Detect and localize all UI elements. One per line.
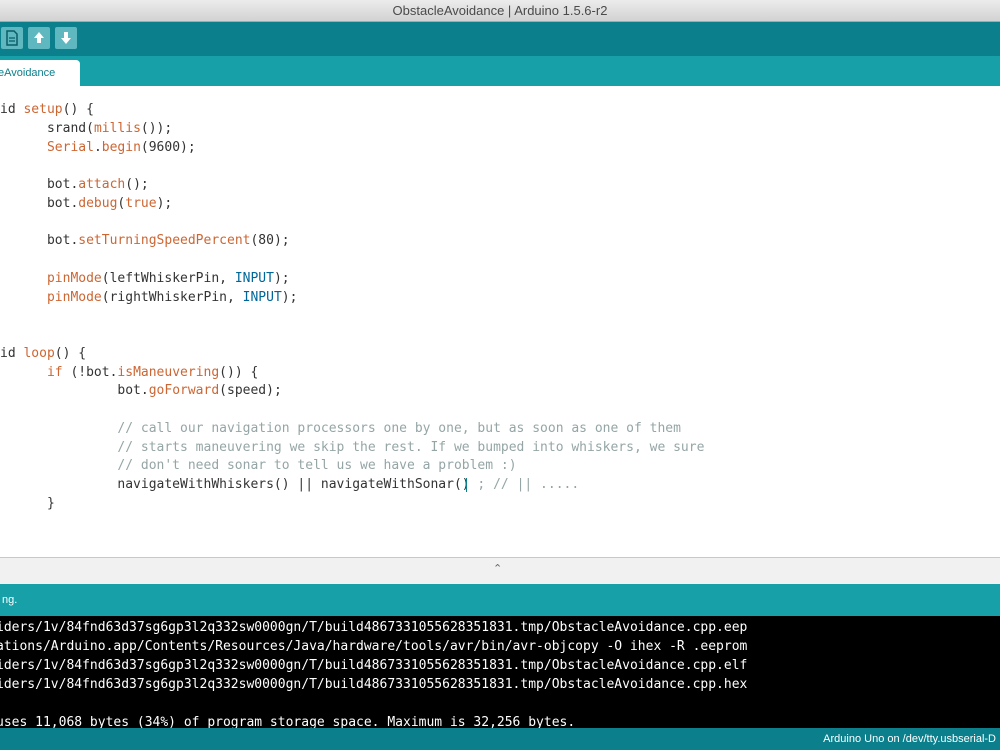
code-editor[interactable]: id setup() { srand(millis()); Serial.beg… (0, 86, 1000, 558)
tab-obstacleavoidance[interactable]: eAvoidance (0, 60, 80, 86)
window-title-bar: ObstacleAvoidance | Arduino 1.5.6-r2 (0, 0, 1000, 22)
code-line: } (0, 495, 55, 511)
tab-bar: eAvoidance (0, 56, 1000, 86)
save-icon (61, 32, 71, 44)
console-line: uses 11,068 bytes (34%) of program stora… (0, 715, 576, 728)
text-cursor (465, 477, 467, 492)
console-line: ations/Arduino.app/Contents/Resources/Ja… (0, 639, 748, 654)
console-line: iders/1v/84fnd63d37sg6gp3l2q332sw0000gn/… (0, 677, 748, 692)
chevron-up-icon[interactable]: ⌃ (493, 562, 502, 575)
open-icon (34, 32, 44, 43)
code-comment: // don't need sonar to tell us we have a… (0, 458, 517, 474)
status-bar: ng. (0, 584, 1000, 616)
console-line: iders/1v/84fnd63d37sg6gp3l2q332sw0000gn/… (0, 658, 748, 673)
open-button[interactable] (28, 27, 50, 49)
new-button[interactable] (1, 27, 23, 49)
window-title: ObstacleAvoidance | Arduino 1.5.6-r2 (392, 3, 608, 18)
code-line: pinMode(leftWhiskerPin, INPUT); (46, 270, 290, 286)
code-line: Serial.begin(9600); (46, 139, 196, 155)
panel-splitter[interactable]: ⌃ (0, 558, 1000, 584)
console-line: iders/1v/84fnd63d37sg6gp3l2q332sw0000gn/… (0, 620, 748, 635)
new-icon (6, 30, 18, 46)
save-button[interactable] (55, 27, 77, 49)
board-port-label: Arduino Uno on /dev/tty.usbserial-D (823, 733, 996, 745)
code-area[interactable]: id setup() { srand(millis()); Serial.beg… (0, 101, 1000, 514)
code-comment: // starts maneuvering we skip the rest. … (0, 439, 705, 455)
code-line: srand(millis()); (46, 120, 173, 136)
code-line: bot.attach(); (0, 177, 149, 192)
code-line: id loop() { (0, 345, 87, 361)
code-line: bot.goForward(speed); (0, 383, 282, 399)
toolbar (0, 22, 1000, 56)
status-message: ng. (2, 594, 18, 606)
code-line: id setup() { (0, 102, 94, 117)
code-line: if (!bot.isManeuvering()) { (46, 364, 259, 380)
code-line: bot.setTurningSpeedPercent(80); (0, 233, 290, 249)
code-line: bot.debug(true); (0, 195, 173, 211)
board-status-bar: Arduino Uno on /dev/tty.usbserial-D (0, 728, 1000, 750)
console-output[interactable]: iders/1v/84fnd63d37sg6gp3l2q332sw0000gn/… (0, 616, 1000, 728)
code-line: navigateWithWhiskers() || navigateWithSo… (0, 477, 580, 492)
code-line: pinMode(rightWhiskerPin, INPUT); (46, 289, 298, 305)
code-comment: // call our navigation processors one by… (0, 420, 681, 436)
